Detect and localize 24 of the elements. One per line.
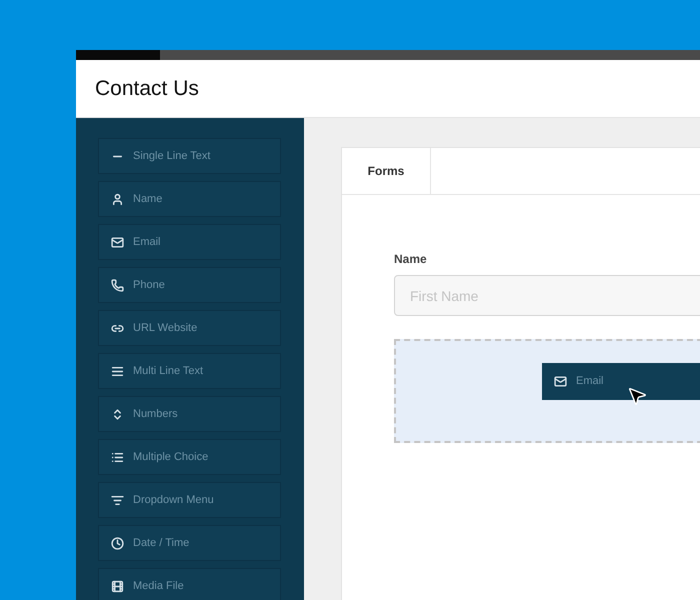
dragged-field-item[interactable]: Email [542,363,700,400]
up-down-icon [111,408,124,420]
field-type-item[interactable]: Email [98,224,281,260]
phone-icon [111,278,124,292]
field-type-item[interactable]: Dropdown Menu [98,482,281,518]
field-type-item[interactable]: URL Website [98,310,281,346]
clock-icon [111,536,124,550]
field-label: Name [394,251,428,268]
envelope-icon [111,236,124,248]
film-icon [111,580,124,592]
field-type-item[interactable]: Numbers [98,396,281,432]
envelope-icon [554,375,567,388]
field-type-item[interactable]: Phone [98,267,281,303]
field-type-item[interactable]: Name [98,181,281,217]
field-type-item[interactable]: Multiple Choice [98,439,281,475]
field-type-item[interactable]: Multi Line Text [98,353,281,389]
window-title: Contact Us [95,76,199,102]
field-type-item[interactable]: Media File [98,568,281,600]
person-icon [111,192,124,206]
field-type-item[interactable]: Date / Time [98,525,281,561]
cursor-icon [626,385,648,407]
lines-icon [111,364,124,378]
field-type-item[interactable]: Single Line Text [98,138,281,174]
dragged-item-label: Email [576,374,604,390]
